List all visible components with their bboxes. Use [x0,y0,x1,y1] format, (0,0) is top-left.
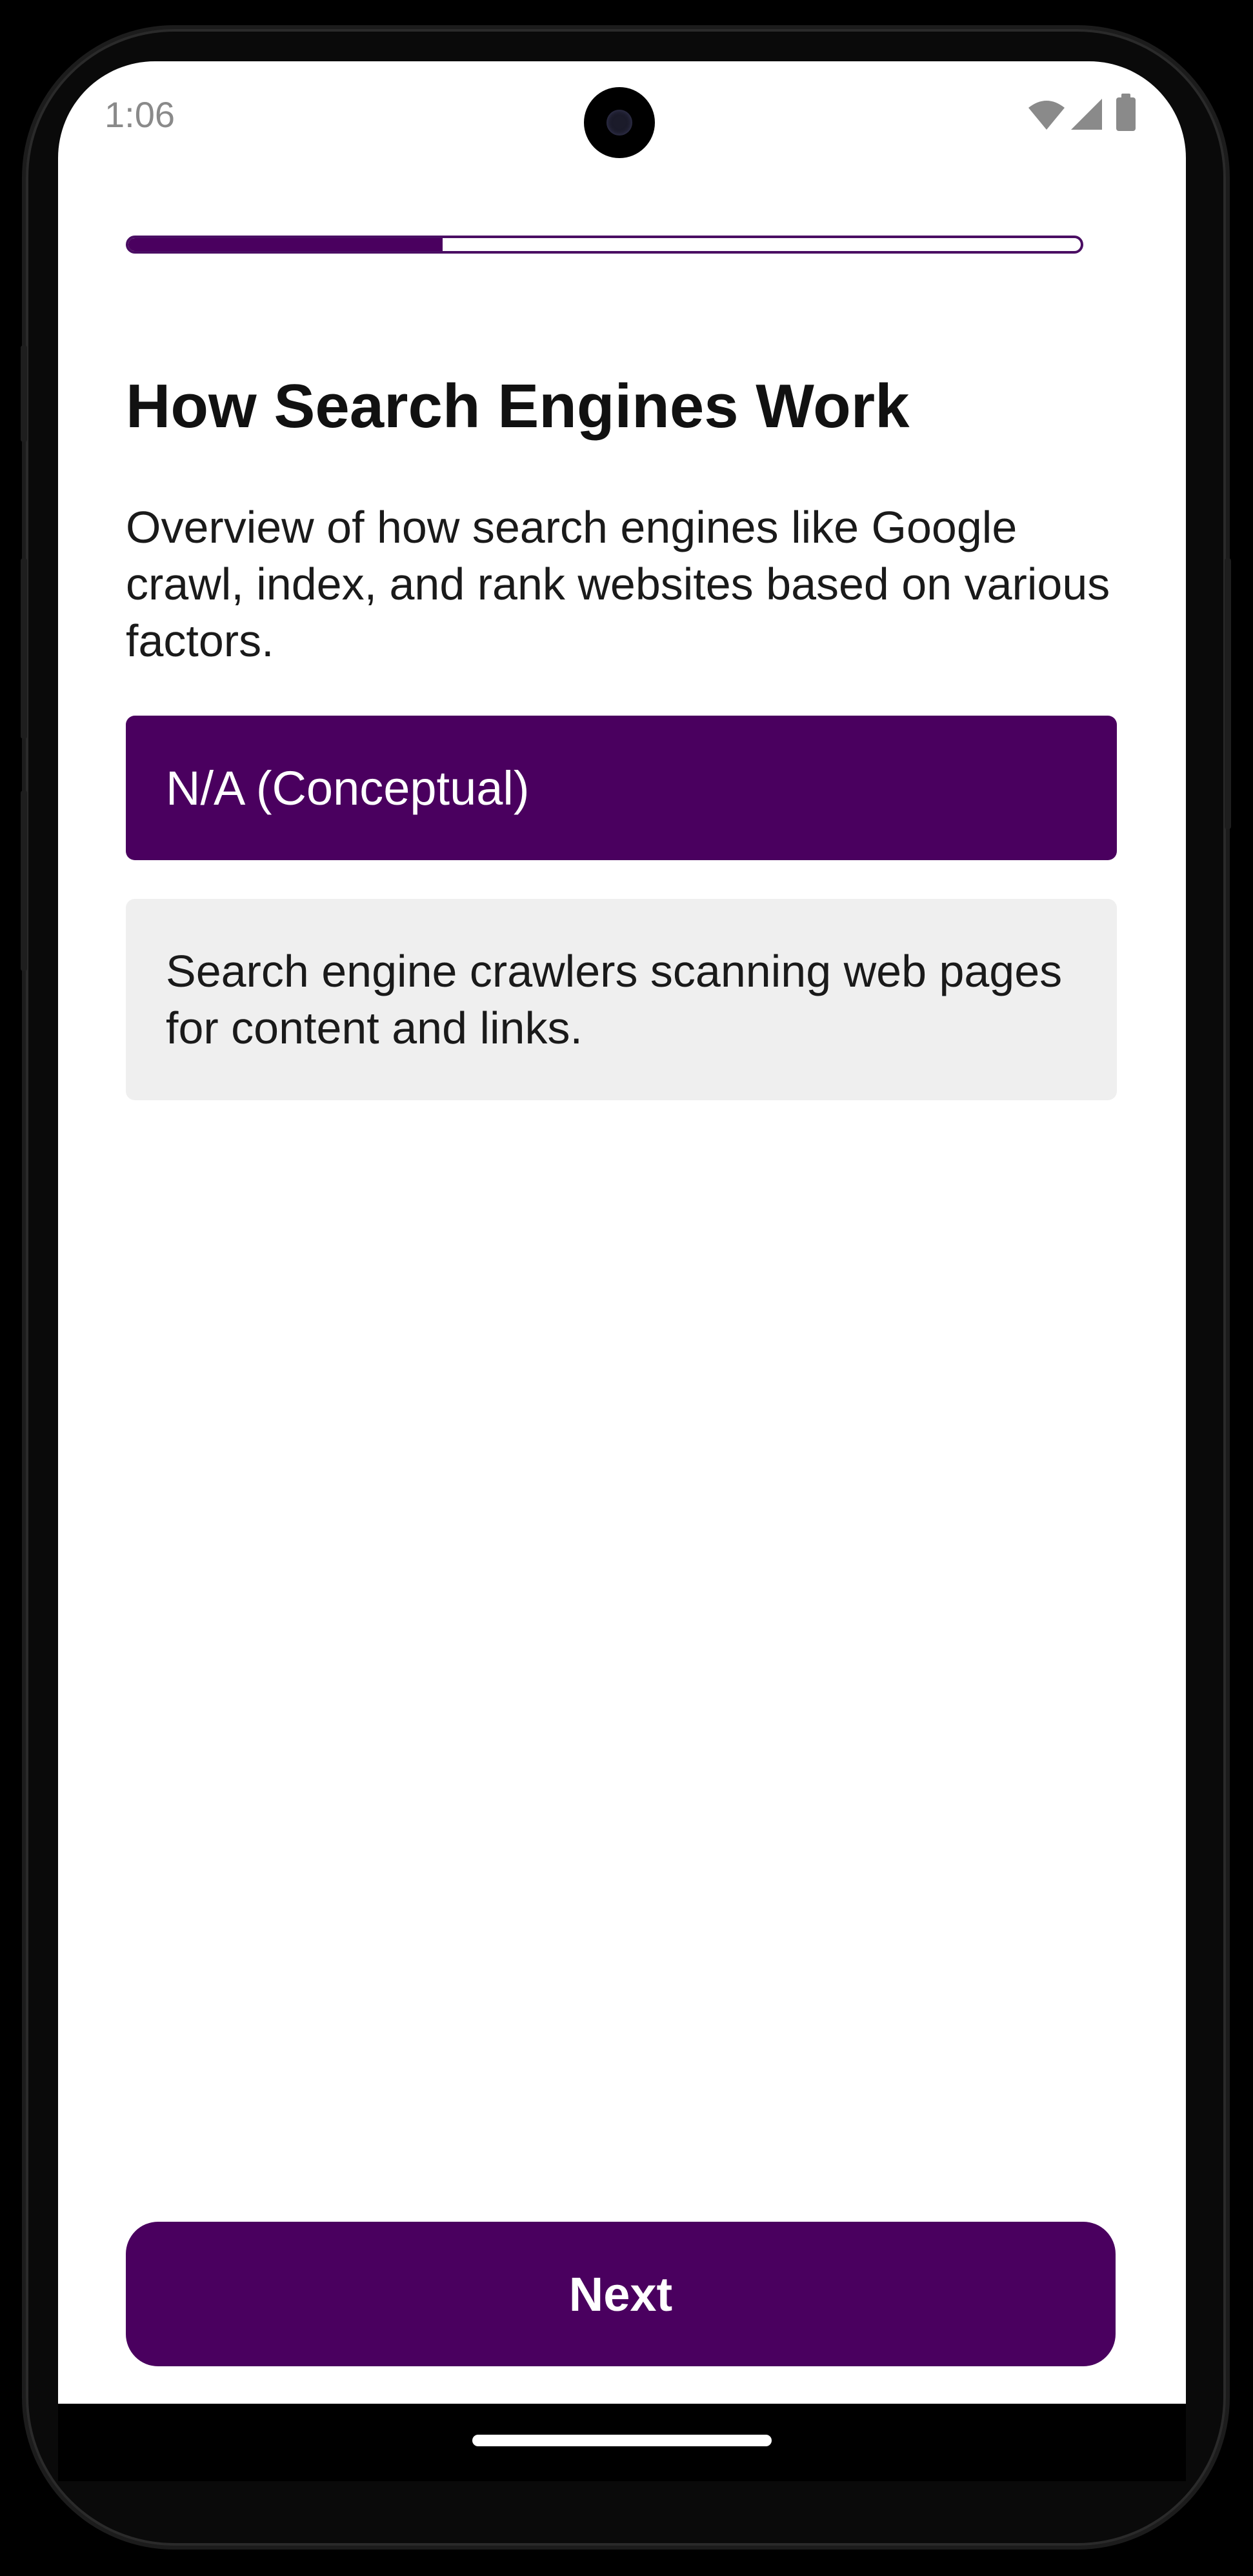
progress-fill [128,238,443,251]
side-button [21,790,27,971]
status-bar-icons [1026,92,1142,137]
status-bar-time: 1:06 [105,94,175,135]
home-indicator[interactable] [472,2435,772,2446]
volume-down-button [21,558,27,739]
answer-option[interactable]: N/A (Conceptual) [126,716,1117,860]
next-button[interactable]: Next [126,2222,1116,2366]
battery-icon [1116,94,1136,131]
camera-lens [606,110,632,136]
lesson-description: Overview of how search engines like Goog… [126,502,1110,666]
navigation-bar [58,2404,1186,2481]
power-button [1225,558,1231,829]
front-camera [584,87,655,158]
app-screen: 1:06 How Search Engines Work Overview of… [58,61,1186,2404]
lesson-title: How Search Engines Work [126,372,910,441]
answer-option-label: N/A (Conceptual) [166,761,530,815]
cellular-signal-icon [1071,99,1102,130]
wifi-icon [1028,101,1065,130]
info-box: Search engine crawlers scanning web page… [126,899,1117,1100]
lesson-progress-bar [126,236,1083,254]
volume-up-button [21,345,27,442]
